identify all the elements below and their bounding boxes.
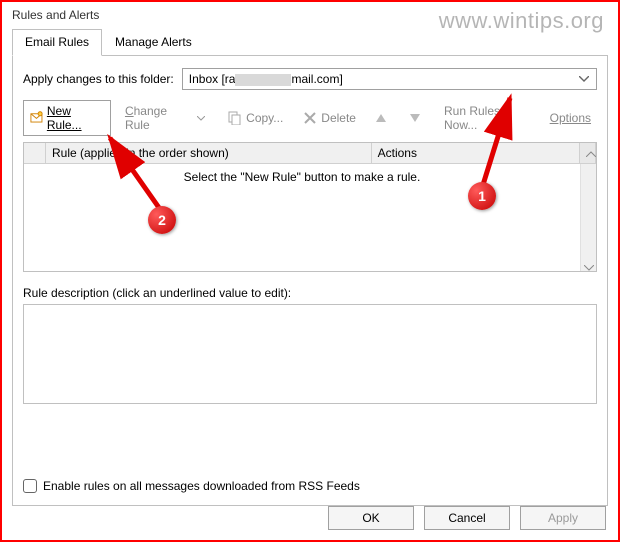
button-label: Apply (548, 511, 578, 525)
folder-row: Apply changes to this folder: Inbox [ra m… (23, 68, 597, 90)
rss-row: Enable rules on all messages downloaded … (23, 479, 360, 493)
new-rule-button[interactable]: New Rule... (23, 100, 111, 136)
rss-label: Enable rules on all messages downloaded … (43, 479, 360, 493)
button-label: Copy... (246, 111, 283, 125)
grid-empty-message: Select the "New Rule" button to make a r… (24, 164, 580, 271)
triangle-down-icon (410, 111, 424, 125)
tab-label: Manage Alerts (115, 35, 192, 49)
cancel-button[interactable]: Cancel (424, 506, 510, 530)
scrollbar[interactable] (580, 164, 596, 271)
folder-value: Inbox [ra mail.com] (189, 72, 343, 86)
column-rule[interactable]: Rule (applied in the order shown) (46, 143, 372, 163)
description-label: Rule description (click an underlined va… (23, 286, 597, 300)
button-label: OK (362, 511, 379, 525)
column-actions[interactable]: Actions (372, 143, 580, 163)
redacted-text (235, 74, 291, 86)
rss-checkbox[interactable] (23, 479, 37, 493)
window-title: Rules and Alerts (2, 2, 618, 26)
chevron-down-icon[interactable] (576, 71, 592, 87)
tab-email-rules[interactable]: Email Rules (12, 29, 102, 56)
options-button[interactable]: Options (544, 108, 597, 128)
rules-and-alerts-dialog: Rules and Alerts Email Rules Manage Aler… (2, 2, 618, 540)
grid-header: Rule (applied in the order shown) Action… (24, 143, 596, 164)
folder-value-suffix: mail.com] (291, 72, 342, 86)
dialog-footer: OK Cancel Apply (328, 506, 606, 530)
triangle-up-icon (376, 111, 390, 125)
description-box[interactable] (23, 304, 597, 404)
move-down-button[interactable] (404, 108, 430, 128)
move-up-button[interactable] (370, 108, 396, 128)
button-label: Cancel (448, 511, 485, 525)
toolbar: New Rule... Change Rule Copy... Delete (23, 100, 597, 136)
ok-button[interactable]: OK (328, 506, 414, 530)
copy-button[interactable]: Copy... (222, 108, 289, 128)
tab-strip: Email Rules Manage Alerts (12, 28, 608, 56)
column-scroll-gutter (580, 143, 596, 163)
chevron-down-icon (193, 110, 208, 126)
rules-grid: Rule (applied in the order shown) Action… (23, 142, 597, 272)
delete-icon (303, 111, 317, 125)
button-label: Delete (321, 111, 356, 125)
change-rule-button[interactable]: Change Rule (119, 101, 214, 135)
button-label: Change Rule (125, 104, 189, 132)
email-rules-panel: Apply changes to this folder: Inbox [ra m… (12, 56, 608, 506)
tab-manage-alerts[interactable]: Manage Alerts (102, 29, 205, 56)
tab-label: Email Rules (25, 35, 89, 49)
button-label: Run Rules Now... (444, 104, 530, 132)
folder-value-prefix: Inbox [ra (189, 72, 236, 86)
folder-label: Apply changes to this folder: (23, 72, 174, 86)
new-rule-icon (30, 111, 43, 125)
column-checkbox[interactable] (24, 143, 46, 163)
button-label: Options (550, 111, 591, 125)
apply-button[interactable]: Apply (520, 506, 606, 530)
button-label: New Rule... (47, 104, 104, 132)
delete-button[interactable]: Delete (297, 108, 362, 128)
folder-dropdown[interactable]: Inbox [ra mail.com] (182, 68, 597, 90)
grid-body: Select the "New Rule" button to make a r… (24, 164, 596, 271)
copy-icon (228, 111, 242, 125)
run-rules-now-button[interactable]: Run Rules Now... (438, 101, 536, 135)
